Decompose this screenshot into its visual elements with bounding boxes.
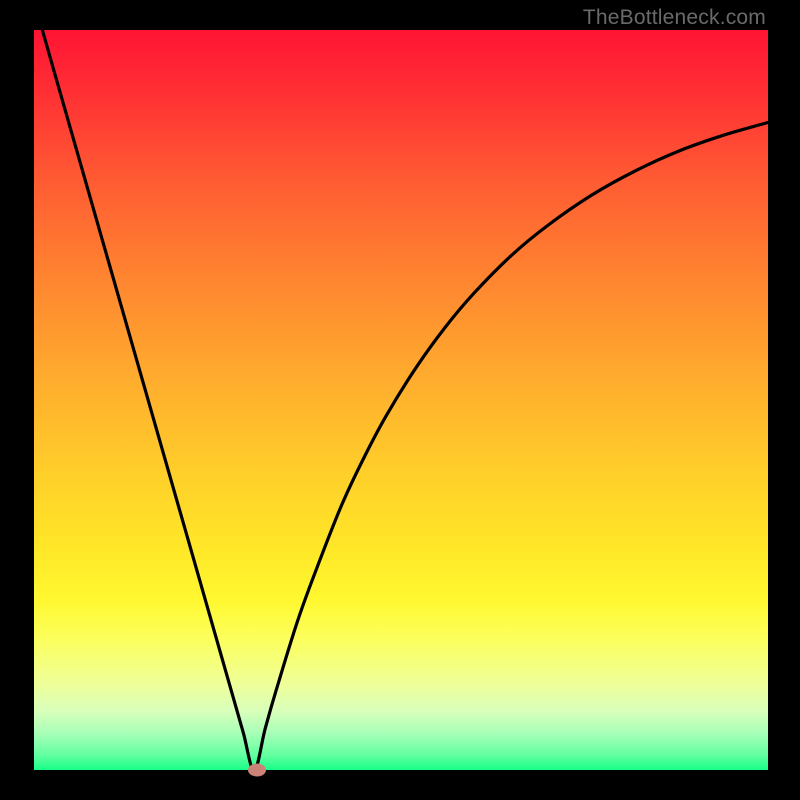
- chart-frame: TheBottleneck.com: [0, 0, 800, 800]
- plot-area: [34, 30, 768, 770]
- watermark-text: TheBottleneck.com: [583, 6, 766, 30]
- bottleneck-curve: [34, 30, 768, 770]
- optimum-marker: [248, 764, 266, 777]
